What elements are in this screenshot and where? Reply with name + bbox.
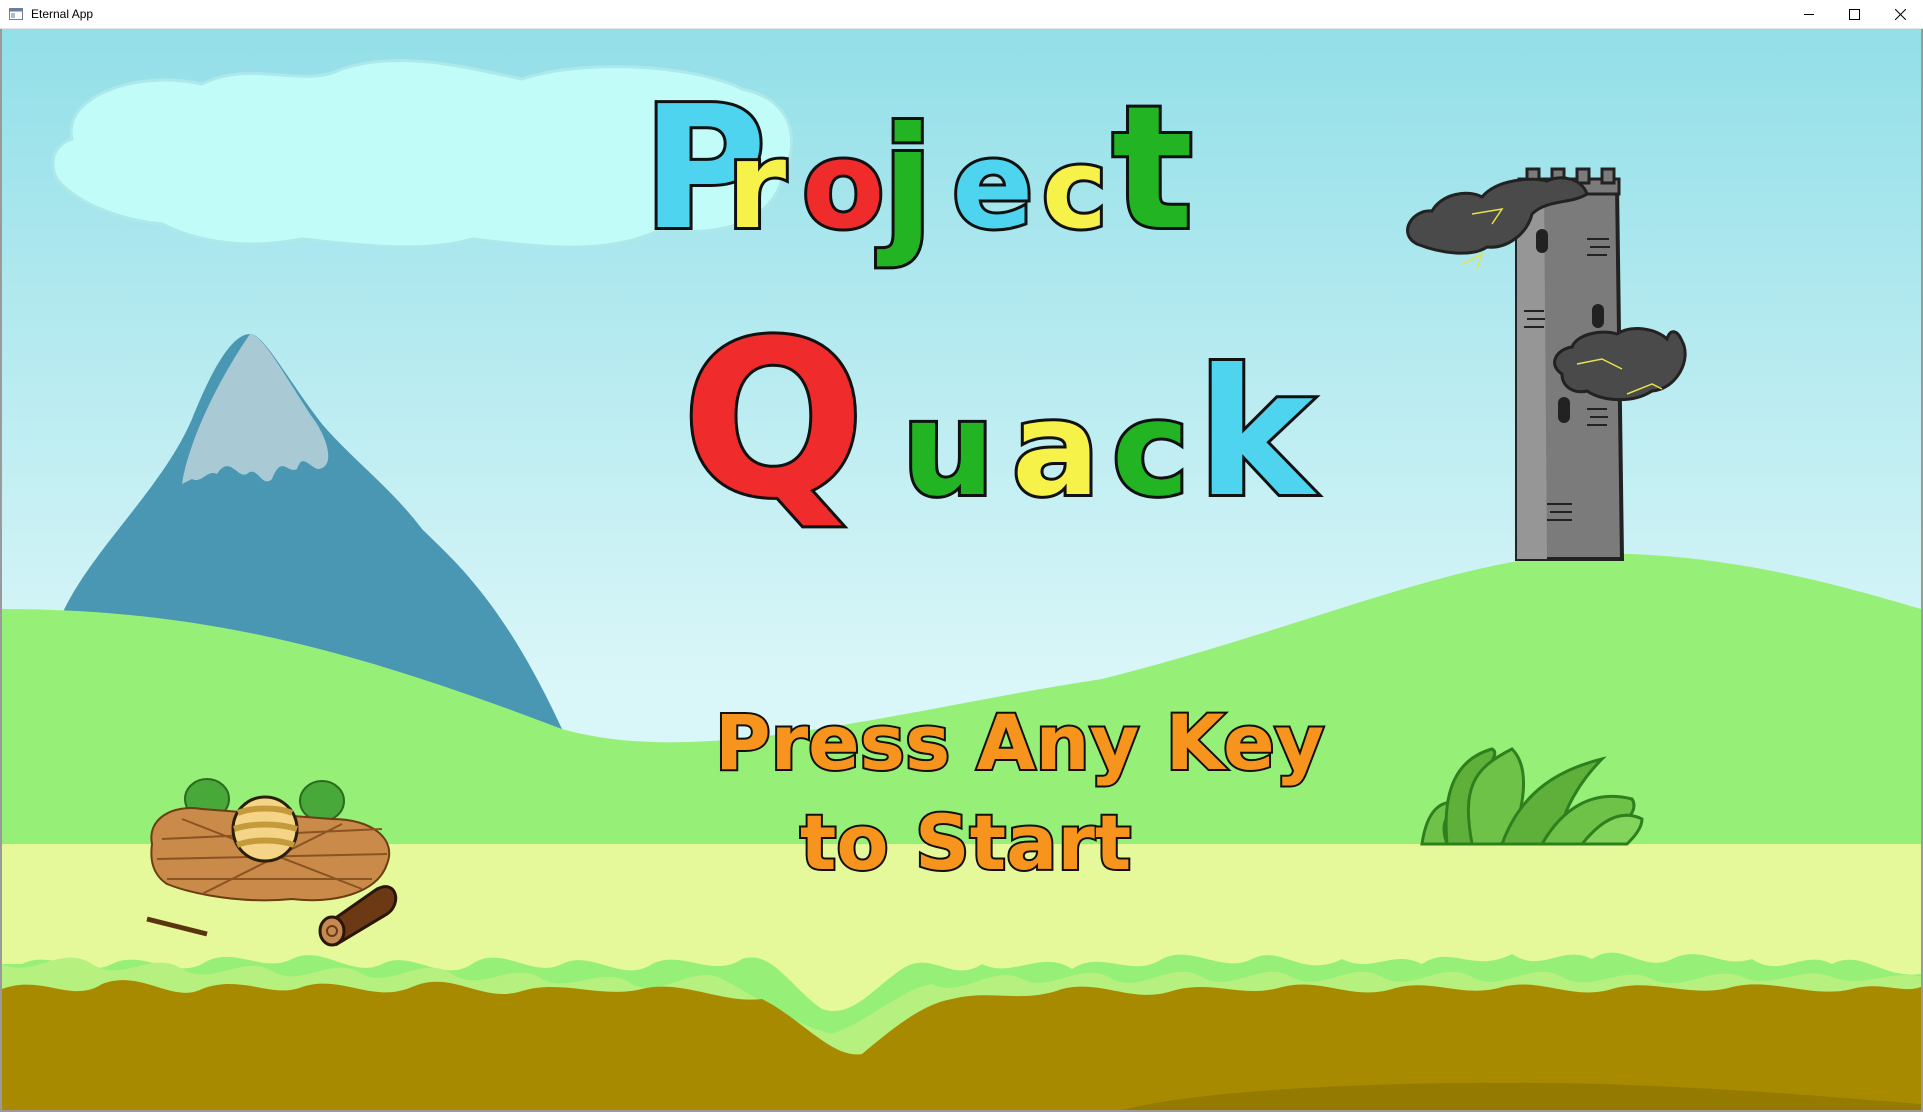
maximize-icon — [1848, 9, 1860, 20]
close-icon — [1894, 9, 1906, 20]
title-letter-j: j — [877, 96, 933, 270]
window-title: Eternal App — [31, 7, 94, 21]
press-any-key-text: Press Any Key — [715, 698, 1324, 787]
game-title-layer: P r o j e c t Q u a c k Press Any Key to… — [639, 67, 1326, 889]
title-letter-c2: c — [1112, 373, 1189, 525]
maximize-button[interactable] — [1831, 0, 1877, 29]
window-titlebar: Eternal App — [0, 0, 1923, 29]
title-letter-q: Q — [682, 294, 865, 545]
minimize-icon — [1803, 14, 1814, 15]
title-letter-k: k — [1197, 333, 1317, 536]
title-letter-t: t — [1112, 70, 1193, 268]
title-letter-c: c — [1042, 125, 1107, 253]
app-window-icon — [9, 8, 23, 20]
title-letter-o: o — [802, 117, 884, 256]
close-button[interactable] — [1877, 0, 1923, 29]
title-letter-a: a — [1012, 373, 1100, 525]
game-canvas[interactable]: P r o j e c t Q u a c k Press Any Key to… — [0, 29, 1923, 1112]
to-start-text: to Start — [800, 798, 1131, 887]
title-letter-r: r — [727, 117, 786, 256]
minimize-button[interactable] — [1786, 0, 1832, 29]
title-letter-e: e — [952, 117, 1033, 256]
title-letter-u: u — [902, 373, 995, 525]
